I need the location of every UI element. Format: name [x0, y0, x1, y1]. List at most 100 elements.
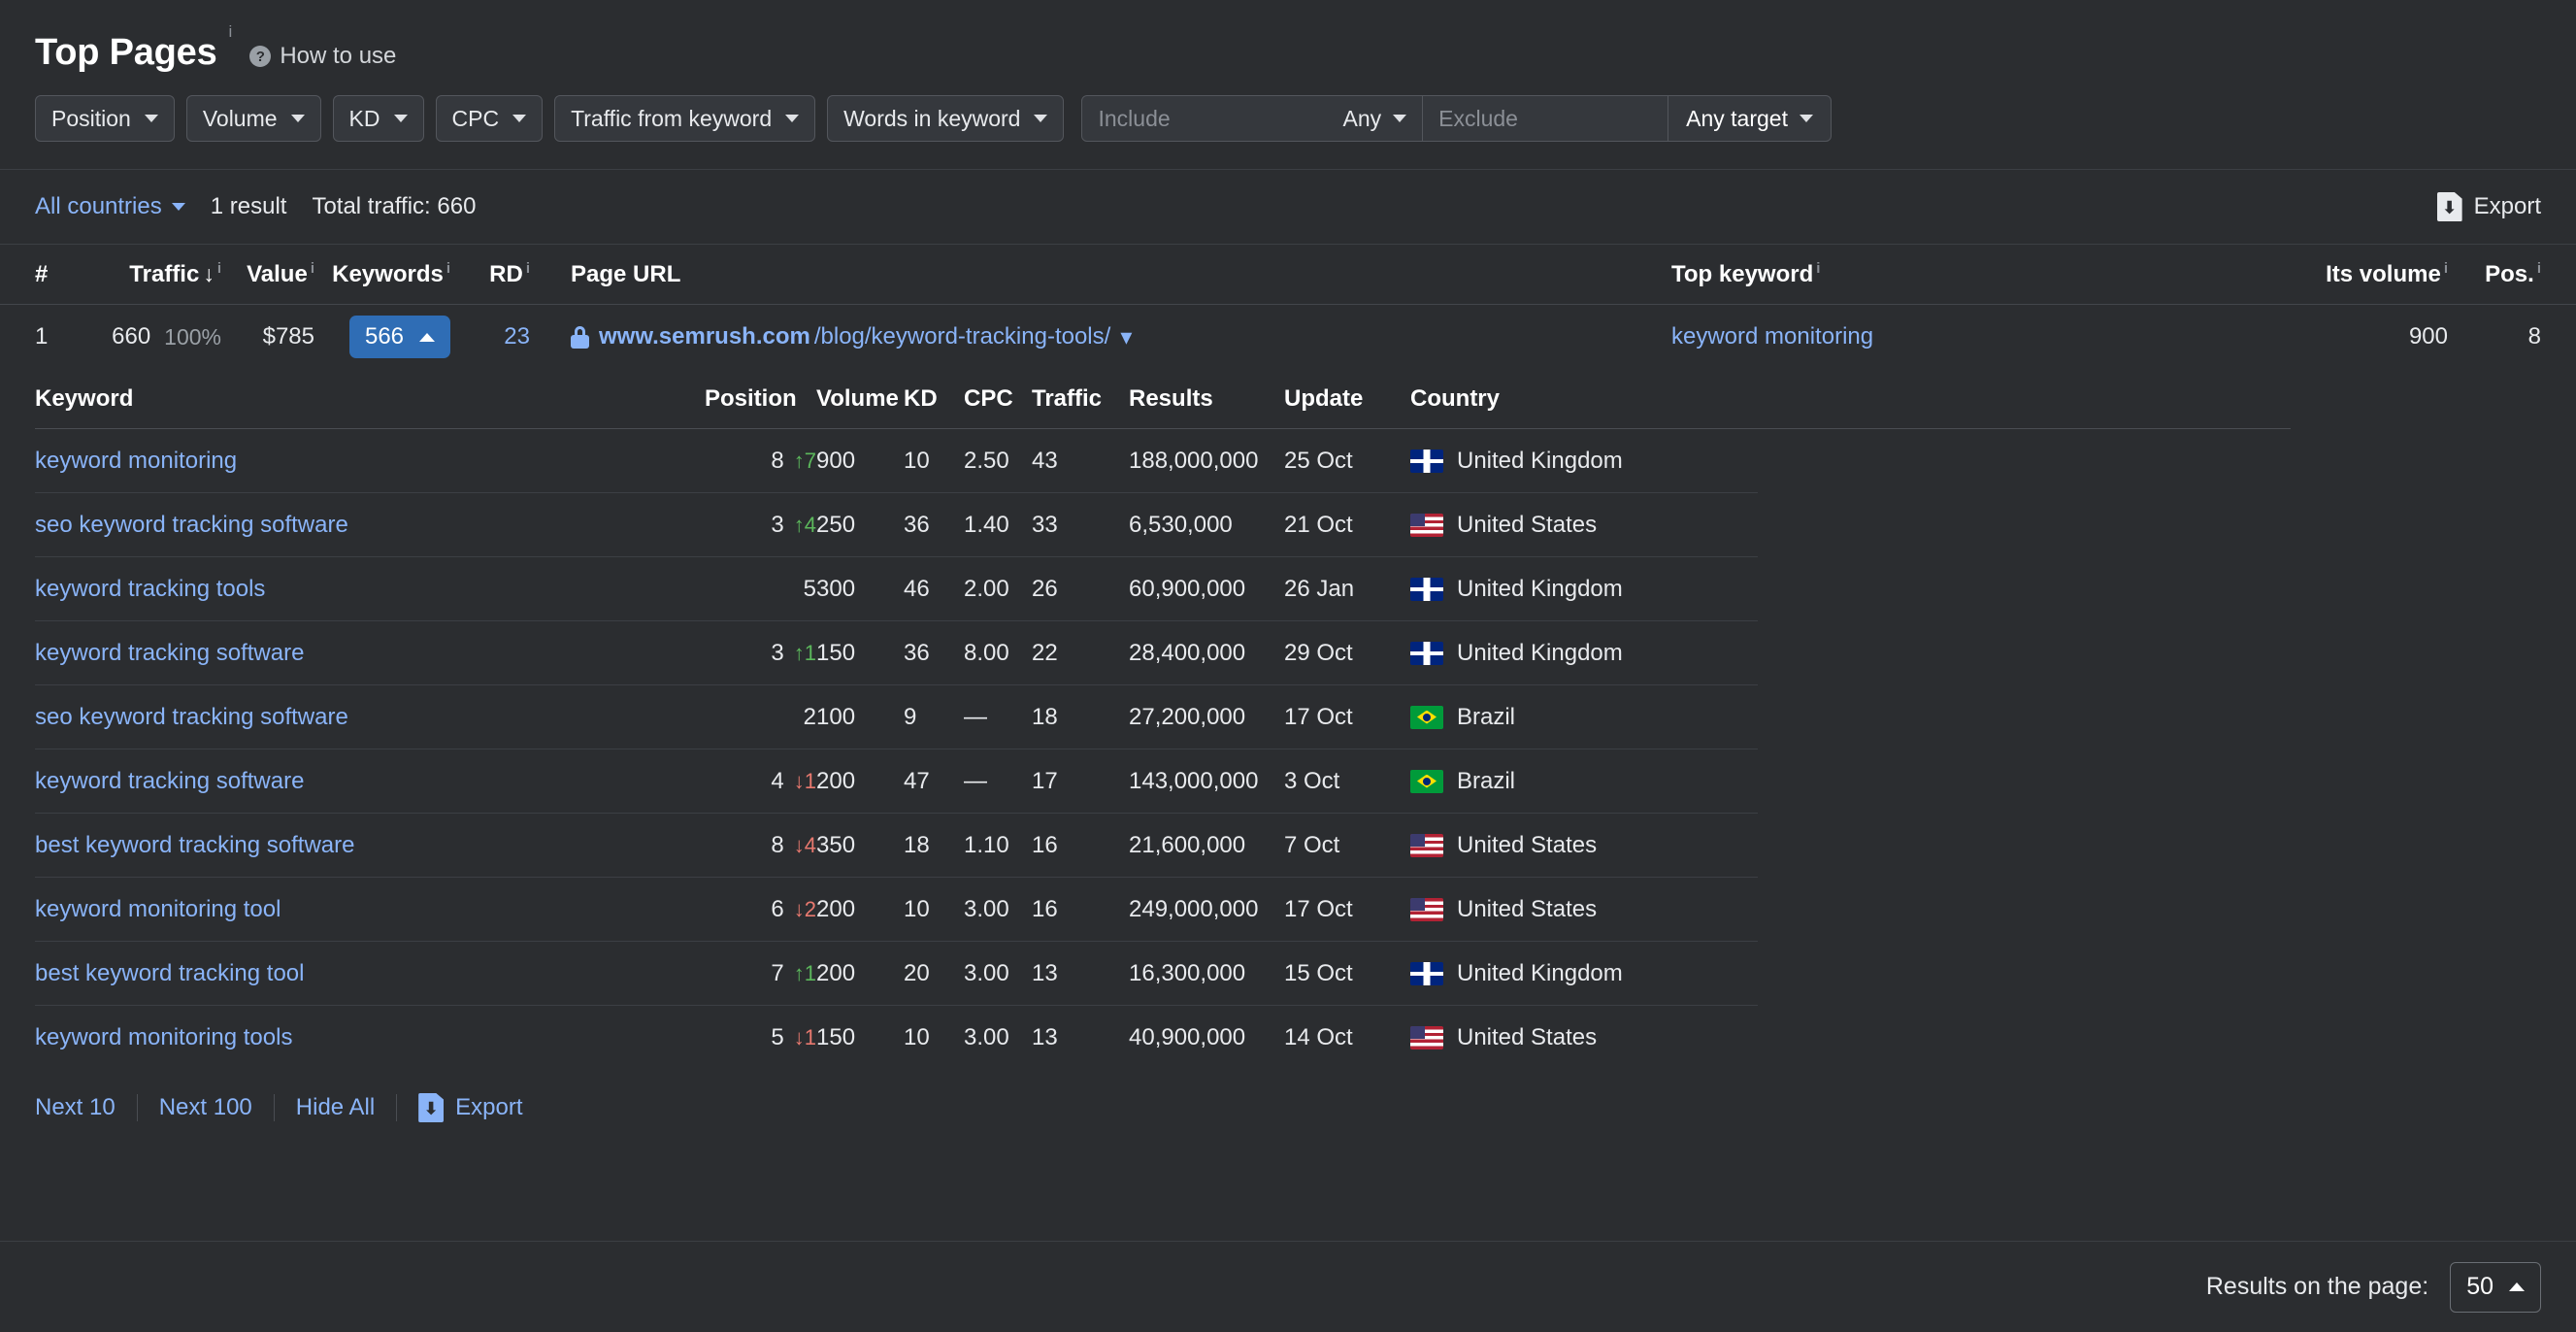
url-domain[interactable]: www.semrush.com	[599, 323, 810, 350]
sub-traffic: 16	[1032, 895, 1058, 922]
col-pos[interactable]: Pos. i	[2448, 260, 2541, 288]
all-countries-dropdown[interactable]: All countries	[35, 193, 185, 220]
flag-us-icon	[1410, 1026, 1443, 1049]
info-icon[interactable]: i	[2537, 260, 2541, 277]
subcol-position[interactable]: Position	[705, 385, 816, 413]
sub-position: 7	[771, 959, 784, 986]
subcol-volume[interactable]: Volume	[816, 385, 904, 413]
chevron-down-icon	[171, 203, 185, 211]
sub-keyword-link[interactable]: keyword monitoring tool	[35, 896, 281, 922]
sub-keyword-link[interactable]: seo keyword tracking software	[35, 512, 348, 538]
filter-cpc[interactable]: CPC	[435, 95, 544, 142]
filter-words-in-keyword[interactable]: Words in keyword	[827, 95, 1065, 142]
cell-page-url: www.semrush.com /blog/keyword-tracking-t…	[530, 323, 1671, 351]
subcol-country[interactable]: Country	[1381, 385, 1624, 413]
chevron-down-icon	[144, 115, 158, 122]
cell-rd[interactable]: 23	[450, 323, 530, 350]
sub-keyword-link[interactable]: keyword tracking tools	[35, 576, 265, 602]
sub-keyword-link[interactable]: keyword tracking software	[35, 640, 304, 666]
sub-export-button[interactable]: ⬇ Export	[397, 1093, 523, 1122]
sub-results: 28,400,000	[1129, 639, 1246, 666]
subcol-traffic[interactable]: Traffic	[1032, 385, 1129, 413]
cell-top-keyword[interactable]: keyword monitoring	[1671, 323, 2273, 350]
filter-traffic-from-keyword[interactable]: Traffic from keyword	[554, 95, 816, 142]
delta-down-icon: ↓1	[793, 1025, 816, 1049]
keywords-count: 566	[364, 323, 405, 350]
include-input[interactable]	[1098, 105, 1312, 132]
col-value[interactable]: Value i	[221, 260, 314, 288]
sub-position: 8	[771, 831, 784, 858]
filter-volume[interactable]: Volume	[185, 95, 321, 142]
sub-keyword-link[interactable]: keyword monitoring	[35, 448, 237, 474]
col-num[interactable]: #	[35, 261, 76, 288]
title-info-icon[interactable]: i	[229, 23, 233, 40]
sub-volume: 250	[816, 511, 856, 538]
col-rd[interactable]: RD i	[450, 260, 530, 288]
sub-traffic: 33	[1032, 511, 1058, 538]
filter-position[interactable]: Position	[35, 95, 175, 142]
url-dropdown-caret[interactable]: ▾	[1120, 323, 1132, 351]
sub-results: 143,000,000	[1129, 767, 1259, 794]
title-row: Top Pages i ? How to use	[35, 21, 2541, 74]
sub-results: 21,600,000	[1129, 831, 1246, 858]
sub-results: 40,900,000	[1129, 1024, 1246, 1050]
sub-table-row: seo keyword tracking software 2 100 9 — 18 27,…	[35, 685, 1758, 749]
exclude-cell[interactable]	[1423, 96, 1668, 141]
sub-volume: 300	[816, 575, 856, 602]
sub-country: United Kingdom	[1457, 575, 1623, 602]
sub-table-row: keyword monitoring 8 ↑7 900 10 2.50 43 188,000,…	[35, 429, 1758, 493]
sub-keyword-link[interactable]: best keyword tracking tool	[35, 960, 304, 986]
sub-keyword-link[interactable]: keyword monitoring tools	[35, 1024, 292, 1050]
subcol-cpc[interactable]: CPC	[964, 385, 1032, 413]
col-keywords[interactable]: Keywords i	[314, 260, 450, 288]
top-pages-view: Top Pages i ? How to use Position Volume…	[0, 0, 2576, 1332]
keywords-expand-badge[interactable]: 566	[349, 316, 450, 358]
subcol-keyword[interactable]: Keyword	[35, 385, 705, 413]
subcol-kd[interactable]: KD	[904, 385, 964, 413]
sub-keyword-link[interactable]: best keyword tracking software	[35, 832, 354, 858]
sub-update: 17 Oct	[1284, 895, 1353, 922]
sub-country: United Kingdom	[1457, 959, 1623, 986]
flag-br-icon	[1410, 705, 1443, 729]
sub-table-header: Keyword Position Volume KD CPC Traffic R…	[35, 369, 2291, 429]
subcol-update[interactable]: Update	[1284, 385, 1381, 413]
info-icon[interactable]: i	[1816, 260, 1820, 277]
col-top-keyword-label: Top keyword	[1671, 260, 1814, 287]
any-target-dropdown[interactable]: Any target	[1668, 96, 1831, 141]
col-top-keyword[interactable]: Top keyword i	[1671, 260, 2273, 288]
delta-up-icon: ↑1	[793, 640, 816, 665]
sub-traffic: 18	[1032, 703, 1058, 730]
exclude-input[interactable]	[1438, 105, 1653, 132]
next-10-link[interactable]: Next 10	[35, 1094, 137, 1121]
sub-table-row: best keyword tracking software 8 ↓4 350 18 1.…	[35, 814, 1758, 878]
results-per-page-value: 50	[2466, 1273, 2493, 1300]
filter-kd[interactable]: KD	[332, 95, 424, 142]
sub-cpc: —	[964, 703, 987, 730]
cell-keywords: 566	[314, 316, 450, 358]
sub-volume: 150	[816, 639, 856, 666]
sub-keyword-link[interactable]: seo keyword tracking software	[35, 704, 348, 730]
sub-cpc: —	[964, 767, 987, 794]
sub-cpc: 3.00	[964, 959, 1009, 986]
hide-all-link[interactable]: Hide All	[275, 1094, 396, 1121]
include-any-dropdown[interactable]: Any	[1327, 96, 1422, 141]
cell-traffic-pct: 100%	[164, 323, 221, 350]
filter-volume-label: Volume	[202, 105, 278, 131]
url-path[interactable]: /blog/keyword-tracking-tools/	[814, 323, 1110, 350]
sub-keyword-link[interactable]: keyword tracking software	[35, 768, 304, 794]
col-page-url[interactable]: Page URL	[530, 261, 1671, 288]
results-per-page-select[interactable]: 50	[2450, 1261, 2541, 1313]
next-100-link[interactable]: Next 100	[138, 1094, 274, 1121]
sub-table-row: best keyword tracking tool 7 ↑1 200 20 3.00 13…	[35, 942, 1758, 1006]
chevron-down-icon	[785, 115, 800, 122]
export-button[interactable]: ⬇ Export	[2436, 192, 2541, 221]
subcol-results[interactable]: Results	[1129, 385, 1284, 413]
include-cell[interactable]	[1082, 96, 1327, 141]
sub-kd: 10	[904, 1024, 930, 1050]
sub-update: 26 Jan	[1284, 575, 1355, 602]
sub-country: United States	[1457, 895, 1598, 922]
how-to-use-link[interactable]: ? How to use	[249, 43, 396, 74]
col-traffic[interactable]: Traffic ↓ i	[76, 260, 221, 288]
col-its-volume[interactable]: Its volume i	[2273, 260, 2448, 288]
sub-results: 6,530,000	[1129, 511, 1233, 538]
